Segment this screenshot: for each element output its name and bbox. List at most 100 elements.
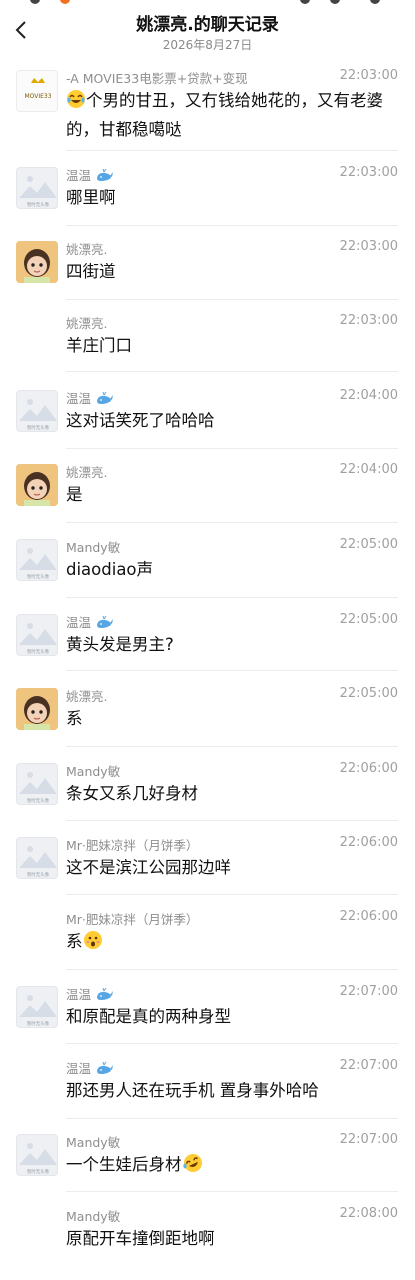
chat-message[interactable]: 姚漂亮. 22:05:00 系 (0, 686, 415, 736)
message-text: 个男的甘丑，又冇钱给她花的，又有老婆的，甘都稳噶哒 (66, 88, 396, 143)
whale-icon (95, 615, 113, 633)
whale-icon (95, 987, 113, 1005)
sender-name: 温温 (66, 1058, 113, 1079)
message-divider (66, 150, 398, 151)
user-avatar[interactable]: MOVIE33 (16, 70, 58, 112)
message-divider (66, 371, 398, 372)
message-time: 22:03:00 (339, 165, 398, 180)
chat-message[interactable]: 暂时无头像 温温 22:05:00 黄头发是男主? (0, 612, 415, 662)
message-time: 22:05:00 (339, 612, 398, 627)
child-photo-icon (16, 464, 58, 506)
chat-message[interactable]: MOVIE33 -A MOVIE33电影票+贷款+变现 22:03:00 个男的甘丑，… (0, 68, 415, 143)
sender-name: 温温 (66, 165, 113, 186)
user-avatar[interactable]: 暂时无头像 (16, 539, 58, 581)
message-time: 22:05:00 (339, 686, 398, 701)
chat-message[interactable]: 姚漂亮. 22:03:00 羊庄门口 (0, 313, 415, 363)
message-time: 22:07:00 (339, 1058, 398, 1073)
message-text: 系 (66, 929, 396, 958)
status-icon (330, 0, 340, 4)
message-text-content: 条女又系几好身材 (66, 784, 198, 803)
chat-history-header: 姚漂亮.的聊天记录 2026年8月27日 (0, 0, 415, 58)
sender-name-text: Mandy敏 (66, 1209, 121, 1224)
page-title: 姚漂亮.的聊天记录 (136, 15, 279, 35)
message-text-content: 哪里啊 (66, 188, 116, 207)
chat-message[interactable]: Mandy敏 22:08:00 原配开车撞倒距地啊 (0, 1206, 415, 1256)
placeholder-avatar-icon: 暂时无头像 (19, 623, 57, 655)
status-icon (30, 0, 40, 4)
chat-message[interactable]: 暂时无头像 温温 22:07:00 和原配是真的两种身型 (0, 984, 415, 1034)
message-time: 22:07:00 (339, 1132, 398, 1147)
chat-message[interactable]: 姚漂亮. 22:04:00 是 (0, 462, 415, 512)
chat-message[interactable]: 暂时无头像 温温 22:03:00 哪里啊 (0, 165, 415, 215)
message-time: 22:03:00 (339, 313, 398, 328)
chat-message[interactable]: 暂时无头像 温温 22:04:00 这对话笑死了哈哈哈 (0, 388, 415, 438)
svg-text:暂时无头像: 暂时无头像 (27, 573, 50, 580)
status-icon (60, 0, 70, 4)
user-avatar[interactable]: 暂时无头像 (16, 167, 58, 209)
message-text-content: 系 (66, 932, 83, 951)
sender-name-text: 温温 (66, 987, 92, 1002)
user-avatar[interactable] (16, 464, 58, 506)
chat-message[interactable]: 暂时无头像 Mandy敏 22:06:00 条女又系几好身材 (0, 761, 415, 811)
message-text: 那还男人还在玩手机 置身事外哈哈 (66, 1078, 396, 1104)
sender-name-text: 姚漂亮. (66, 465, 108, 480)
message-time: 22:03:00 (339, 239, 398, 254)
message-text-content: 一个生娃后身材 (66, 1155, 182, 1174)
message-text: 是 (66, 482, 396, 508)
message-divider (66, 597, 398, 598)
message-text-content: 和原配是真的两种身型 (66, 1007, 231, 1026)
message-text: 这对话笑死了哈哈哈 (66, 408, 396, 434)
placeholder-avatar-icon: 暂时无头像 (19, 399, 57, 431)
message-text-content: 羊庄门口 (66, 336, 132, 355)
sender-name-text: 温温 (66, 615, 92, 630)
message-text: 系 (66, 706, 396, 732)
message-divider (66, 670, 398, 671)
sender-name-text: 温温 (66, 1061, 92, 1076)
message-divider (66, 522, 398, 523)
message-time: 22:06:00 (339, 761, 398, 776)
user-avatar[interactable]: 暂时无头像 (16, 1134, 58, 1176)
user-avatar[interactable]: 暂时无头像 (16, 837, 58, 879)
message-divider (66, 1118, 398, 1119)
movie-logo-icon: MOVIE33 (24, 78, 52, 100)
chat-message[interactable]: Mr·肥妹凉拌（月饼季） 22:06:00 系 (0, 909, 415, 959)
sender-name: 姚漂亮. (66, 462, 107, 481)
chat-message[interactable]: 暂时无头像 Mandy敏 22:05:00 diaodiao声 (0, 537, 415, 587)
user-avatar[interactable]: 暂时无头像 (16, 763, 58, 805)
chat-date: 2026年8月27日 (162, 38, 253, 52)
status-icon (300, 0, 310, 4)
message-text: 原配开车撞倒距地啊 (66, 1226, 396, 1252)
user-avatar[interactable]: 暂时无头像 (16, 614, 58, 656)
message-text: 和原配是真的两种身型 (66, 1004, 396, 1030)
message-divider (66, 1191, 398, 1192)
svg-text:暂时无头像: 暂时无头像 (27, 201, 50, 208)
sender-name-text: Mr·肥妹凉拌（月饼季） (66, 912, 199, 927)
chat-message[interactable]: 温温 22:07:00 那还男人还在玩手机 置身事外哈哈 (0, 1058, 415, 1108)
user-avatar[interactable] (16, 241, 58, 283)
svg-text:MOVIE33: MOVIE33 (24, 93, 51, 100)
message-text-content: 系 (66, 709, 83, 728)
message-text: 哪里啊 (66, 185, 396, 211)
sender-name: Mandy敏 (66, 761, 120, 780)
message-time: 22:08:00 (339, 1206, 398, 1221)
placeholder-avatar-icon: 暂时无头像 (19, 1143, 57, 1175)
child-photo-icon (16, 241, 58, 283)
sender-name-text: Mandy敏 (66, 764, 121, 779)
chat-message[interactable]: 暂时无头像 Mandy敏 22:07:00 一个生娃后身材 (0, 1132, 415, 1182)
sender-name-text: 姚漂亮. (66, 689, 108, 704)
sender-name: 姚漂亮. (66, 313, 107, 332)
message-text-content: 是 (66, 485, 83, 504)
user-avatar[interactable]: 暂时无头像 (16, 986, 58, 1028)
user-avatar[interactable]: 暂时无头像 (16, 390, 58, 432)
sender-name-text: 温温 (66, 391, 92, 406)
chat-message[interactable]: 暂时无头像 Mr·肥妹凉拌（月饼季） 22:06:00 这不是滨江公园那边咩 (0, 835, 415, 885)
user-avatar[interactable] (16, 688, 58, 730)
chat-message[interactable]: 姚漂亮. 22:03:00 四街道 (0, 239, 415, 289)
sender-name: Mr·肥妹凉拌（月饼季） (66, 909, 198, 928)
message-divider (66, 820, 398, 821)
message-text: 黄头发是男主? (66, 632, 396, 658)
message-text: 条女又系几好身材 (66, 781, 396, 807)
sender-name-text: Mr·肥妹凉拌（月饼季） (66, 838, 199, 853)
sender-name-text: Mandy敏 (66, 1135, 121, 1150)
sender-name: -A MOVIE33电影票+贷款+变现 (66, 68, 248, 87)
